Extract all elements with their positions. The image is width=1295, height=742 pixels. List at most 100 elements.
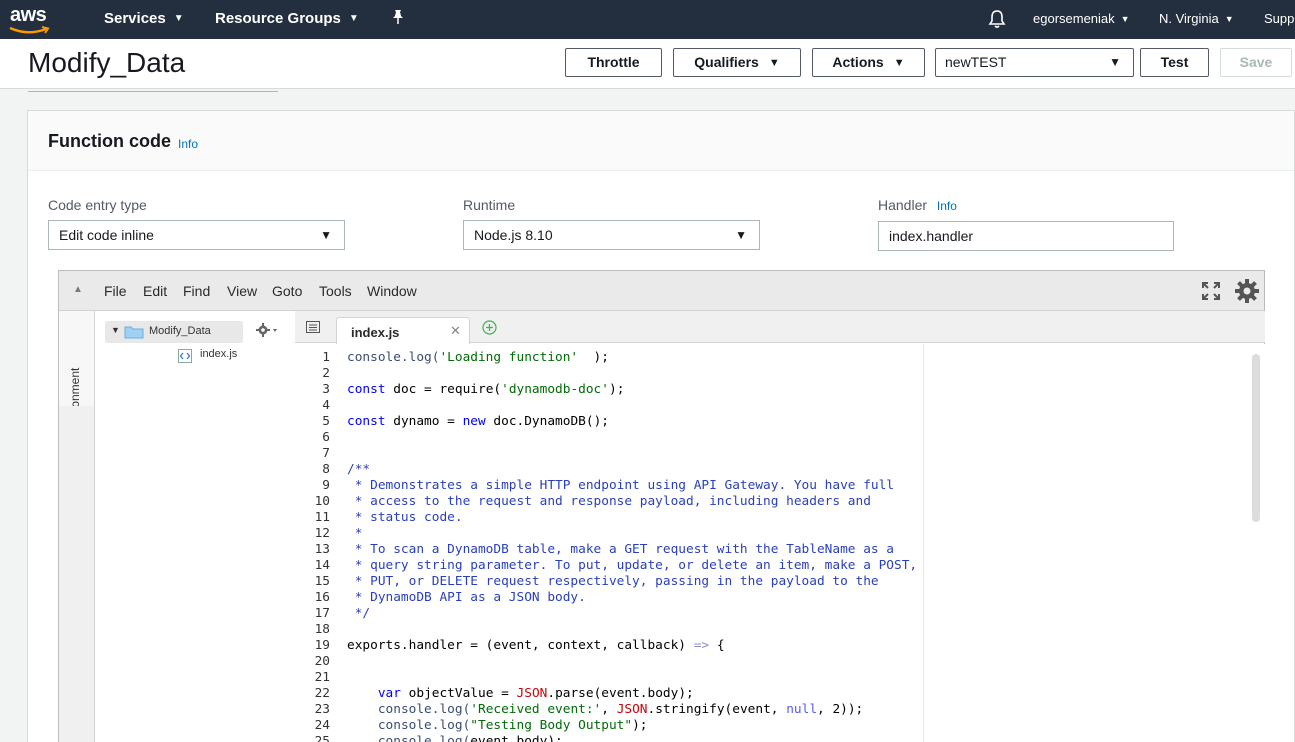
code-editor-ide: ▲ File Edit Find View Goto Tools Window <box>58 270 1265 742</box>
panel-header: Function code Info <box>28 111 1294 171</box>
ide-menubar: ▲ File Edit Find View Goto Tools Window <box>59 271 1264 311</box>
editor-scrollbar[interactable] <box>1252 354 1260 522</box>
side-strip <box>59 406 95 742</box>
code-line: 22 var objectValue = JSON.parse(event.bo… <box>295 686 1225 702</box>
collapse-triangle-icon[interactable]: ▲ <box>73 284 83 295</box>
environment-tab[interactable]: Environment <box>59 311 95 435</box>
line-number: 20 <box>314 654 330 669</box>
code-text: /** <box>347 462 371 477</box>
save-button[interactable]: Save <box>1220 48 1292 77</box>
region-menu[interactable]: N. Virginia ▼ <box>1159 11 1234 26</box>
code-text: * status code. <box>347 510 463 525</box>
line-number: 18 <box>314 622 330 637</box>
caret-down-icon: ▼ <box>768 57 780 69</box>
tree-settings-gear-icon[interactable] <box>256 323 280 342</box>
chevron-down-icon: ▼ <box>348 13 359 24</box>
user-menu[interactable]: egorsemeniak ▼ <box>1033 11 1130 26</box>
user-label: egorsemeniak <box>1033 11 1115 26</box>
line-number: 15 <box>314 574 330 589</box>
support-menu[interactable]: Supp <box>1264 11 1294 26</box>
menu-view[interactable]: View <box>227 283 257 299</box>
caret-down-icon: ▼ <box>735 228 747 242</box>
line-number: 19 <box>314 638 330 653</box>
handler-input[interactable] <box>878 221 1174 251</box>
handler-label-group: Handler Info <box>878 197 957 213</box>
qualifiers-label: Qualifiers <box>694 54 759 70</box>
editor-tab-bar: index.js ✕ <box>295 311 1265 344</box>
menu-file[interactable]: File <box>104 283 127 299</box>
code-editor[interactable]: 1 console.log('Loading function' ); 2 3 cons… <box>295 344 1265 742</box>
code-text: * <box>347 526 363 541</box>
code-entry-label: Code entry type <box>48 197 147 213</box>
settings-gear-icon[interactable] <box>1234 278 1260 309</box>
close-icon[interactable]: ✕ <box>450 323 461 339</box>
handler-info-link[interactable]: Info <box>937 199 957 213</box>
tab-underline <box>28 89 278 92</box>
runtime-select[interactable]: Node.js 8.10 ▼ <box>463 220 760 250</box>
qualifiers-button[interactable]: Qualifiers ▼ <box>673 48 801 77</box>
code-text: * query string parameter. To put, update… <box>347 558 918 573</box>
actions-button[interactable]: Actions ▼ <box>812 48 925 77</box>
code-line: 21 <box>295 670 1225 686</box>
fullscreen-icon[interactable] <box>1202 282 1220 305</box>
code-line: 4 <box>295 398 1225 414</box>
resource-groups-menu[interactable]: Resource Groups ▼ <box>215 10 359 27</box>
line-number: 14 <box>314 558 330 573</box>
code-line: 14 * query string parameter. To put, upd… <box>295 558 1225 574</box>
js-file-icon <box>177 348 193 369</box>
line-number: 17 <box>314 606 330 621</box>
file-name: index.js <box>200 348 238 360</box>
code-entry-select[interactable]: Edit code inline ▼ <box>48 220 345 250</box>
menu-edit[interactable]: Edit <box>143 283 167 299</box>
line-number: 10 <box>314 494 330 509</box>
info-link[interactable]: Info <box>178 137 198 151</box>
line-number: 3 <box>322 382 330 397</box>
actions-label: Actions <box>832 54 884 70</box>
line-number: 25 <box>314 734 330 742</box>
code-text: * Demonstrates a simple HTTP endpoint us… <box>347 478 895 493</box>
menu-goto[interactable]: Goto <box>272 283 302 299</box>
folder-name: Modify_Data <box>149 325 211 337</box>
line-number: 1 <box>322 350 330 365</box>
code-text: * To scan a DynamoDB table, make a GET r… <box>347 542 895 557</box>
code-line: 6 <box>295 430 1225 446</box>
menu-window[interactable]: Window <box>367 283 417 299</box>
menu-find[interactable]: Find <box>183 283 210 299</box>
throttle-button[interactable]: Throttle <box>565 48 662 77</box>
test-event-select[interactable]: newTEST ▼ <box>935 48 1134 77</box>
function-header: Modify_Data Throttle Qualifiers ▼ Actions… <box>0 39 1295 89</box>
code-line: 11 * status code. <box>295 510 1225 526</box>
code-line: 24 console.log("Testing Body Output"); <box>295 718 1225 734</box>
line-number: 24 <box>314 718 330 733</box>
test-button[interactable]: Test <box>1140 48 1209 77</box>
folder-icon <box>124 325 144 344</box>
services-label: Services <box>104 10 166 27</box>
add-tab-icon[interactable] <box>482 320 497 340</box>
line-number: 16 <box>314 590 330 605</box>
code-text: * access to the request and response pay… <box>347 494 871 509</box>
line-number: 8 <box>322 462 330 477</box>
line-number: 23 <box>314 702 330 717</box>
line-number: 12 <box>314 526 330 541</box>
aws-logo[interactable]: aws <box>8 2 54 36</box>
pin-icon[interactable] <box>391 9 405 29</box>
support-label: Supp <box>1264 11 1295 26</box>
tab-index-js[interactable]: index.js ✕ <box>336 317 470 344</box>
tab-list-icon[interactable] <box>306 320 320 338</box>
code-entry-value: Edit code inline <box>59 227 154 243</box>
caret-down-icon: ▼ <box>1109 55 1121 69</box>
code-line: 1 console.log('Loading function' ); <box>295 350 1225 366</box>
code-line: 19 exports.handler = (event, context, cal… <box>295 638 1225 654</box>
code-text: var objectValue = JSON.parse(event.body)… <box>377 686 694 701</box>
code-line: 13 * To scan a DynamoDB table, make a GE… <box>295 542 1225 558</box>
services-menu[interactable]: Services ▼ <box>104 10 184 27</box>
code-line: 25 console.log(event.body); <box>295 734 1225 742</box>
line-number: 7 <box>322 446 330 461</box>
code-text: console.log("Testing Body Output"); <box>377 718 648 733</box>
menu-tools[interactable]: Tools <box>319 283 352 299</box>
tree-folder[interactable]: ▼ Modify_Data <box>105 321 243 343</box>
code-text: */ <box>347 606 371 621</box>
bell-icon[interactable] <box>988 9 1006 32</box>
code-line: 8 /** <box>295 462 1225 478</box>
line-number: 9 <box>322 478 330 493</box>
